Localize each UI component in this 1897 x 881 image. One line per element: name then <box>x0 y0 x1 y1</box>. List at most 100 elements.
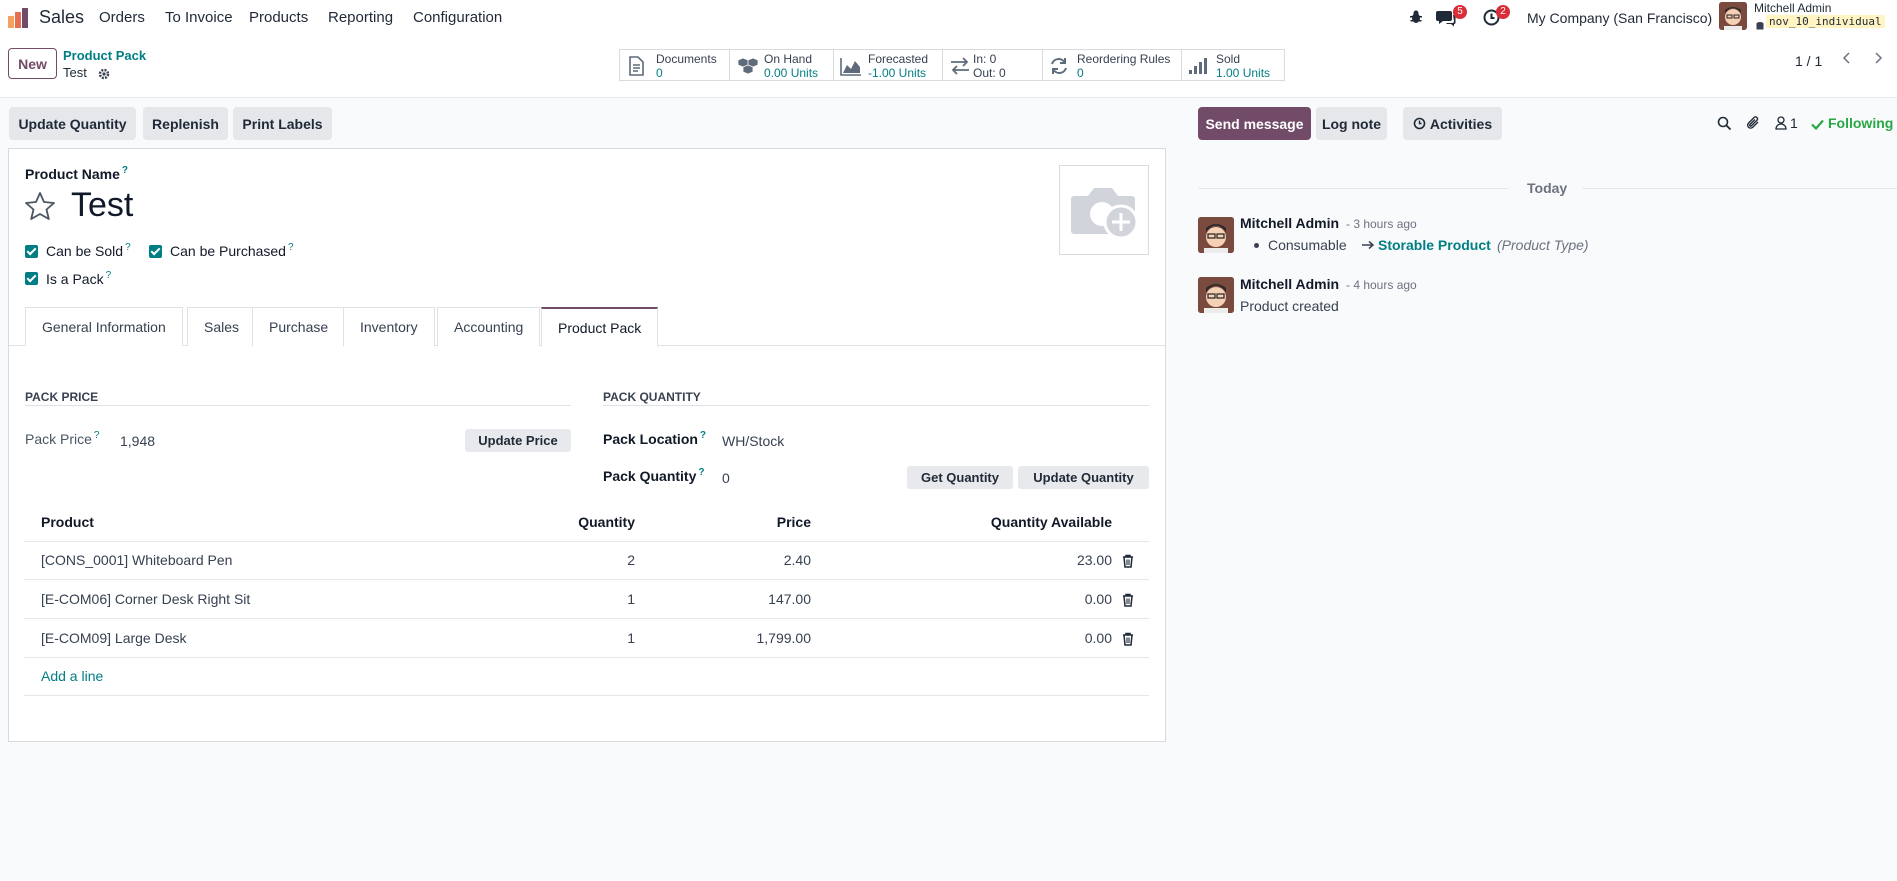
update-price-button[interactable]: Update Price <box>465 429 571 452</box>
pack-quantity-label: Pack Quantity? <box>603 467 704 484</box>
can-be-sold-checkbox[interactable] <box>25 245 38 258</box>
message-2-author[interactable]: Mitchell Admin <box>1240 276 1339 292</box>
row-1-price[interactable]: 2.40 <box>720 552 811 568</box>
message-author-avatar[interactable] <box>1198 277 1234 313</box>
stat-on-hand[interactable]: On Hand 0.00 Units <box>729 49 834 81</box>
top-navbar: Sales Orders To Invoice Products Reporti… <box>0 0 1897 35</box>
pack-quantity-header: PACK QUANTITY <box>603 390 701 404</box>
message-2-time: - 4 hours ago <box>1346 278 1417 292</box>
print-labels-button[interactable]: Print Labels <box>233 107 332 140</box>
row-3-price[interactable]: 1,799.00 <box>720 630 812 646</box>
row-1-product[interactable]: [CONS_0001] Whiteboard Pen <box>41 552 232 568</box>
pager-prev-icon[interactable] <box>1840 50 1854 66</box>
following-button[interactable]: Following <box>1828 115 1893 131</box>
pager-next-icon[interactable] <box>1871 50 1885 66</box>
tab-product-pack[interactable]: Product Pack <box>541 307 659 347</box>
send-message-button[interactable]: Send message <box>1198 107 1311 140</box>
favorite-star-icon[interactable] <box>24 191 56 221</box>
pack-quantity-value: 0 <box>722 470 730 486</box>
column-header-price[interactable]: Price <box>720 514 811 530</box>
followers-count[interactable]: 1 <box>1790 115 1798 131</box>
can-be-sold-label: Can be Sold? <box>46 242 131 259</box>
product-name-input[interactable]: Test <box>71 186 133 225</box>
breadcrumb-parent[interactable]: Product Pack <box>63 48 146 63</box>
add-a-line-link[interactable]: Add a line <box>41 668 103 684</box>
row-1-quantity-available[interactable]: 23.00 <box>960 552 1112 568</box>
row-3-quantity[interactable]: 1 <box>560 630 635 646</box>
row-3-quantity-available[interactable]: 0.00 <box>960 630 1112 646</box>
signal-icon <box>1188 56 1210 76</box>
stat-documents[interactable]: Documents 0 <box>619 49 730 81</box>
debug-bug-icon[interactable] <box>1408 9 1424 25</box>
stat-reordering-rules-value: 0 <box>1077 66 1084 80</box>
paperclip-icon[interactable] <box>1746 115 1761 131</box>
column-header-quantity-available[interactable]: Quantity Available <box>960 514 1112 530</box>
message-author-avatar[interactable] <box>1198 217 1234 253</box>
stat-reordering-rules[interactable]: Reordering Rules 0 <box>1042 49 1182 81</box>
menu-to-invoice[interactable]: To Invoice <box>165 9 233 26</box>
row-3-product[interactable]: [E-COM09] Large Desk <box>41 630 187 646</box>
search-messages-icon[interactable] <box>1717 116 1732 131</box>
pack-quantity-label-text: Pack Quantity <box>603 468 697 484</box>
following-check-icon <box>1811 117 1824 131</box>
stat-sold[interactable]: Sold 1.00 Units <box>1181 49 1285 81</box>
app-logo-icon[interactable] <box>8 8 30 28</box>
product-name-label: Product Name? <box>25 165 128 182</box>
message-1-author[interactable]: Mitchell Admin <box>1240 215 1339 231</box>
replenish-button[interactable]: Replenish <box>143 107 228 140</box>
stat-forecasted[interactable]: Forecasted -1.00 Units <box>833 49 943 81</box>
row-1-trash-icon[interactable] <box>1121 554 1135 568</box>
exchange-icon <box>949 56 971 76</box>
user-avatar[interactable] <box>1719 2 1747 30</box>
stat-documents-value: 0 <box>656 66 663 80</box>
help-icon: ? <box>125 242 131 253</box>
pack-location-value[interactable]: WH/Stock <box>722 433 784 449</box>
gear-icon[interactable] <box>98 67 110 80</box>
stat-forecasted-value: -1.00 Units <box>868 66 927 80</box>
stat-forecasted-label: Forecasted <box>868 52 929 66</box>
document-icon <box>626 56 648 76</box>
activities-button[interactable]: Activities <box>1403 107 1502 140</box>
column-header-quantity[interactable]: Quantity <box>560 514 635 530</box>
update-quantity-pack-button[interactable]: Update Quantity <box>1018 466 1149 489</box>
message-1-field: (Product Type) <box>1497 237 1589 253</box>
tab-accounting[interactable]: Accounting <box>437 307 541 346</box>
help-icon: ? <box>105 270 112 281</box>
menu-configuration[interactable]: Configuration <box>413 9 502 26</box>
stat-documents-label: Documents <box>656 52 717 66</box>
get-quantity-button[interactable]: Get Quantity <box>907 466 1013 489</box>
tab-general-information[interactable]: General Information <box>25 307 183 346</box>
menu-products[interactable]: Products <box>249 9 308 26</box>
message-1-time: - 3 hours ago <box>1346 217 1417 231</box>
user-name[interactable]: Mitchell Admin <box>1754 1 1831 15</box>
company-switcher[interactable]: My Company (San Francisco) <box>1527 10 1712 26</box>
tab-inventory[interactable]: Inventory <box>343 307 435 346</box>
product-image-placeholder[interactable] <box>1059 165 1149 255</box>
row-2-quantity[interactable]: 1 <box>560 591 635 607</box>
followers-user-icon[interactable] <box>1775 116 1787 130</box>
new-button[interactable]: New <box>8 48 57 79</box>
row-1-quantity[interactable]: 2 <box>560 552 635 568</box>
row-2-product[interactable]: [E-COM06] Corner Desk Right Sit <box>41 591 250 607</box>
tab-sales[interactable]: Sales <box>187 307 257 346</box>
is-a-pack-checkbox[interactable] <box>25 272 38 285</box>
update-quantity-button[interactable]: Update Quantity <box>9 107 136 140</box>
form-sheet <box>8 148 1166 742</box>
message-1-bullet <box>1254 243 1259 248</box>
row-3-trash-icon[interactable] <box>1121 632 1135 646</box>
row-2-quantity-available[interactable]: 0.00 <box>960 591 1112 607</box>
stat-in-out[interactable]: In: 0 Out: 0 <box>942 49 1043 81</box>
pager-value[interactable]: 1 / 1 <box>1795 53 1822 69</box>
menu-orders[interactable]: Orders <box>99 9 145 26</box>
column-header-product[interactable]: Product <box>41 514 94 530</box>
app-name[interactable]: Sales <box>39 7 84 28</box>
can-be-purchased-checkbox[interactable] <box>149 245 162 258</box>
log-note-button[interactable]: Log note <box>1316 107 1387 140</box>
menu-reporting[interactable]: Reporting <box>328 9 393 26</box>
camera-add-icon <box>1071 188 1139 240</box>
tab-purchase[interactable]: Purchase <box>252 307 346 346</box>
row-2-trash-icon[interactable] <box>1121 593 1135 607</box>
stat-sold-label: Sold <box>1216 52 1241 66</box>
stat-sold-value: 1.00 Units <box>1216 66 1271 80</box>
row-2-price[interactable]: 147.00 <box>720 591 811 607</box>
